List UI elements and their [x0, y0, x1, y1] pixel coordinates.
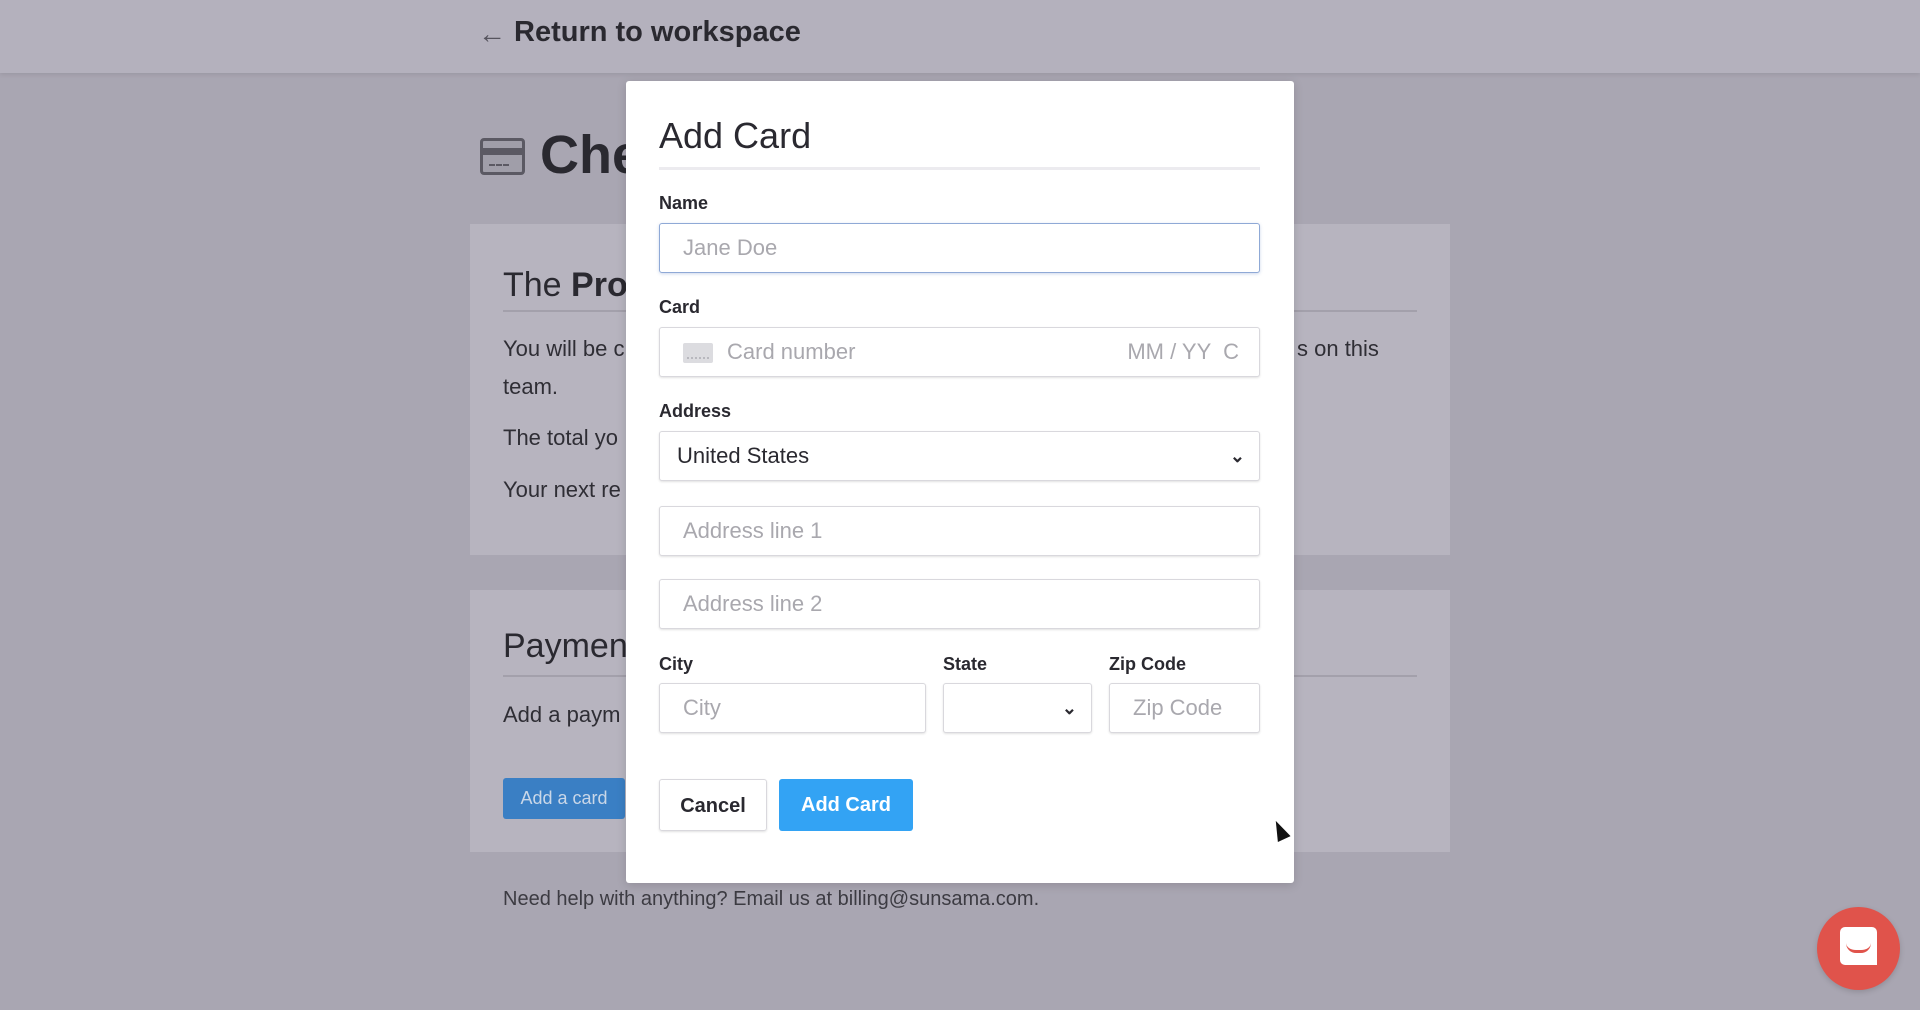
- card-input[interactable]: Card number MM / YY C: [659, 327, 1260, 377]
- state-select[interactable]: ⌄: [943, 683, 1092, 733]
- zip-label: Zip Code: [1109, 654, 1186, 674]
- address-line1-input[interactable]: Address line 1: [659, 506, 1260, 556]
- card-number-placeholder: Card number: [727, 339, 856, 364]
- name-label: Name: [659, 193, 709, 213]
- plan-text: You will be c: [503, 336, 625, 361]
- payment-text: Add a paym: [503, 702, 621, 727]
- card-label: Card: [659, 297, 701, 317]
- city-input[interactable]: City: [659, 683, 926, 733]
- credit-card-icon: [683, 343, 713, 363]
- country-select[interactable]: United States ⌄: [659, 431, 1260, 481]
- plan-title: The Pro: [503, 266, 628, 305]
- return-to-workspace-link[interactable]: Return to workspace: [514, 16, 801, 49]
- country-value: United States: [677, 443, 810, 468]
- plan-name: Pro: [571, 266, 628, 304]
- cancel-button[interactable]: Cancel: [659, 779, 767, 831]
- modal-title: Add Card: [659, 115, 812, 156]
- arrow-left-icon[interactable]: ←: [478, 18, 506, 50]
- add-card-modal: Add Card Name Jane Doe Card Card number …: [626, 81, 1294, 883]
- plan-text: s on this: [1297, 336, 1379, 361]
- divider: [659, 167, 1260, 170]
- name-input[interactable]: Jane Doe: [659, 223, 1260, 273]
- address-label: Address: [659, 401, 732, 421]
- credit-card-icon: [480, 138, 525, 175]
- plan-text: team.: [503, 374, 559, 399]
- zip-input[interactable]: Zip Code: [1109, 683, 1260, 733]
- chevron-down-icon: ⌄: [1061, 698, 1077, 718]
- address-line2-input[interactable]: Address line 2: [659, 579, 1260, 629]
- chevron-down-icon: ⌄: [1229, 446, 1245, 466]
- add-a-card-button[interactable]: Add a card: [503, 778, 625, 819]
- payment-title: Paymen: [503, 627, 628, 665]
- add-card-button[interactable]: Add Card: [779, 779, 913, 831]
- top-bar: ← Return to workspace: [0, 0, 1920, 73]
- chat-launcher-button[interactable]: [1817, 907, 1900, 990]
- plan-title-prefix: The: [503, 266, 572, 304]
- plan-total-text: The total yo: [503, 425, 618, 450]
- plan-next-text: Your next re: [503, 477, 621, 502]
- help-text: Need help with anything? Email us at bil…: [503, 888, 1040, 910]
- city-label: City: [659, 654, 694, 674]
- state-label: State: [943, 654, 988, 674]
- card-expiry-placeholder: MM / YY C: [1127, 339, 1239, 364]
